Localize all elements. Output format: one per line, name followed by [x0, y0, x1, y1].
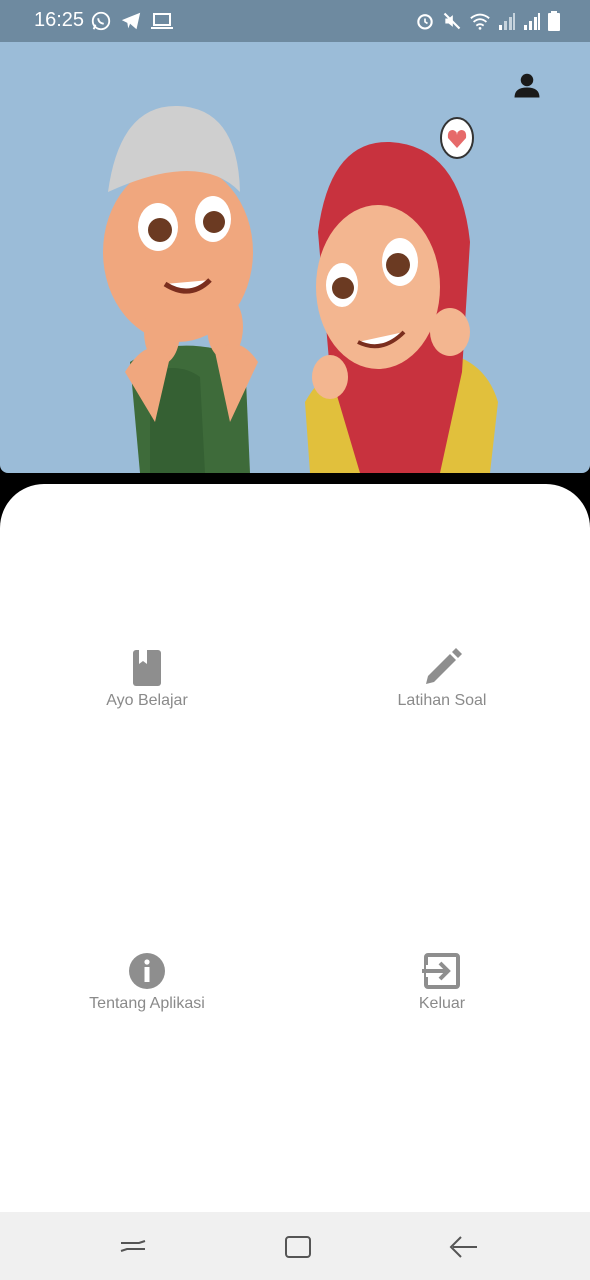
status-bar: 16:25 [0, 0, 590, 42]
alarm-icon [417, 14, 433, 30]
telegram-icon [121, 12, 141, 30]
menu-ayo-belajar-button[interactable]: Ayo Belajar [47, 648, 247, 710]
cartoon-illustration [103, 105, 498, 473]
menu-keluar-button[interactable]: Keluar [342, 951, 542, 1013]
recents-icon[interactable] [113, 1232, 153, 1262]
menu-label: Tentang Aplikasi [89, 995, 205, 1012]
laptop-icon [151, 13, 173, 29]
heart-bubble [440, 117, 474, 159]
navigation-bar [0, 1212, 590, 1280]
home-icon[interactable] [278, 1232, 318, 1262]
whatsapp-icon [91, 11, 111, 31]
menu-label: Latihan Soal [397, 692, 487, 709]
back-icon[interactable] [443, 1232, 483, 1262]
wifi-icon [470, 13, 490, 30]
status-right-icons [415, 9, 560, 33]
signal-icon [499, 13, 515, 30]
menu-label: Keluar [418, 995, 466, 1012]
status-time: 16:25 [34, 9, 85, 31]
mute-icon [443, 12, 461, 30]
status-left-icons [90, 9, 174, 33]
menu-panel: Ayo Belajar Latihan Soal Tentang Aplikas… [0, 484, 590, 1212]
hero-banner [0, 42, 590, 473]
menu-label: Ayo Belajar [106, 692, 188, 709]
menu-tentang-aplikasi-button[interactable]: Tentang Aplikasi [47, 951, 247, 1013]
book-icon [133, 650, 161, 686]
signal-icon [524, 13, 540, 30]
exit-icon [422, 953, 460, 989]
battery-icon [548, 11, 560, 31]
info-icon [129, 953, 165, 989]
pencil-icon [426, 648, 462, 684]
boy-character [103, 105, 258, 473]
girl-character [305, 141, 498, 473]
person-icon[interactable] [512, 70, 542, 100]
menu-latihan-soal-button[interactable]: Latihan Soal [342, 648, 542, 710]
